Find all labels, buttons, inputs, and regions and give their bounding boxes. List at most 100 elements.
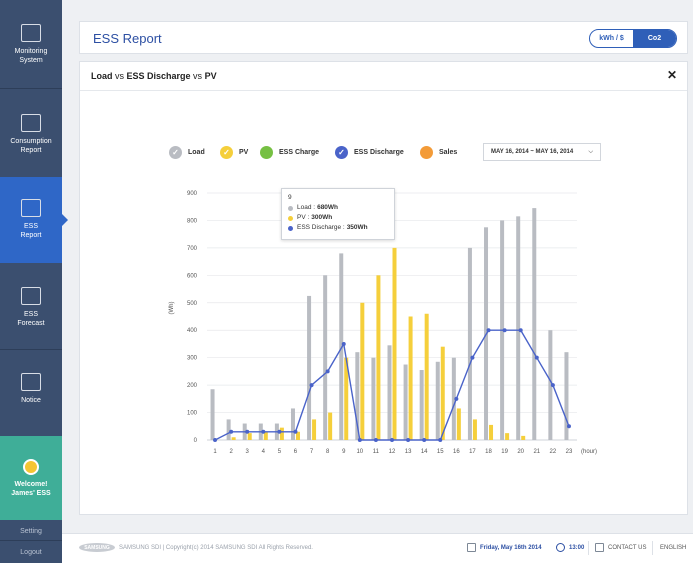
report-panel: Load vs ESS Discharge vs PV ✕ ✓ Load ✓ P… xyxy=(79,61,688,515)
point-ess-discharge xyxy=(357,438,362,442)
date-text: Friday, May 16th 2014 xyxy=(480,544,542,551)
point-ess-discharge xyxy=(534,355,539,360)
x-tick-label: 6 xyxy=(294,449,298,455)
y-tick-label: 400 xyxy=(187,328,198,334)
current-date: Friday, May 16th 2014 xyxy=(467,543,542,552)
current-time: 13:00 xyxy=(556,543,584,552)
bar-pv xyxy=(489,424,494,440)
unit-toggle[interactable]: kWh / $ Co2 xyxy=(589,29,677,48)
bar-load xyxy=(387,345,392,440)
chart-tooltip: 9 Load : 680Wh PV : 300Wh ESS Discharge … xyxy=(281,188,395,240)
active-pointer-icon xyxy=(62,214,68,226)
y-tick-label: 100 xyxy=(187,411,198,417)
y-tick-label: 200 xyxy=(187,383,198,389)
bar-load xyxy=(226,419,231,440)
point-ess-discharge xyxy=(373,438,378,442)
sidebar-item-monitoring[interactable]: Monitoring System xyxy=(0,24,62,65)
welcome-card[interactable]: Welcome! James' ESS xyxy=(0,436,62,520)
energy-chart: 0100200300400500600700800900(Wh)1 2 3 4 5 6 7 8… xyxy=(169,191,597,455)
language-select[interactable]: ENGLISH xyxy=(660,545,686,551)
y-tick-label: 900 xyxy=(187,191,198,197)
point-ess-discharge xyxy=(550,383,555,388)
bar-load xyxy=(323,275,328,440)
point-ess-discharge xyxy=(261,429,266,434)
y-tick-label: 300 xyxy=(187,356,198,362)
sidebar-item-notice[interactable]: Notice xyxy=(0,373,62,405)
footer-divider xyxy=(652,541,653,555)
sidebar-item-label: ESS Forecast xyxy=(17,311,45,327)
tooltip-row-ess-discharge: ESS Discharge : 350Wh xyxy=(288,223,388,233)
point-ess-discharge xyxy=(486,328,491,333)
bar-load xyxy=(435,361,440,440)
logout-link[interactable]: Logout xyxy=(0,549,62,556)
bar-load xyxy=(290,408,295,440)
point-ess-discharge xyxy=(566,424,571,429)
point-ess-discharge xyxy=(438,438,443,442)
welcome-text: Welcome! James' ESS xyxy=(11,480,51,497)
point-ess-discharge xyxy=(502,328,507,333)
monitoring-icon xyxy=(21,24,41,42)
sidebar-item-ess-report[interactable]: ESS Report xyxy=(0,199,62,240)
mail-icon xyxy=(595,543,604,552)
x-tick-label: 22 xyxy=(550,449,557,455)
tooltip-value: 300Wh xyxy=(311,214,333,221)
copyright-text: SAMSUNG SDI | Copyright(c) 2014 SAMSUNG … xyxy=(119,545,313,551)
bar-pv xyxy=(392,247,397,440)
y-tick-label: 800 xyxy=(187,218,198,224)
point-ess-discharge xyxy=(454,396,459,401)
bar-pv xyxy=(440,346,445,440)
y-axis-label: (Wh) xyxy=(169,302,175,315)
x-tick-label: 7 xyxy=(310,449,314,455)
tooltip-label: PV : xyxy=(297,214,310,221)
bar-load xyxy=(532,208,537,440)
sidebar-item-consumption-report[interactable]: Consumption Report xyxy=(0,114,62,155)
bar-pv xyxy=(505,433,510,440)
bar-load xyxy=(403,364,408,440)
clock-icon xyxy=(556,543,565,552)
x-tick-label: 17 xyxy=(469,449,476,455)
contact-us-link[interactable]: CONTACT US xyxy=(595,543,646,552)
consumption-report-icon xyxy=(21,114,41,132)
x-tick-label: 13 xyxy=(405,449,412,455)
x-tick-label: 15 xyxy=(437,449,444,455)
x-tick-label: 18 xyxy=(485,449,492,455)
point-ess-discharge xyxy=(341,341,346,346)
point-ess-discharge xyxy=(245,429,250,434)
point-ess-discharge xyxy=(277,429,282,434)
bar-pv xyxy=(521,435,526,440)
point-ess-discharge xyxy=(309,383,314,388)
series-dot-icon xyxy=(288,225,293,231)
toggle-co2-option[interactable]: Co2 xyxy=(633,30,676,47)
y-tick-label: 700 xyxy=(187,246,198,252)
point-ess-discharge xyxy=(325,369,330,374)
sidebar-divider xyxy=(0,88,62,89)
calendar-icon xyxy=(467,543,476,552)
samsung-logo: SAMSUNG xyxy=(79,543,115,552)
point-ess-discharge xyxy=(422,438,427,442)
x-tick-label: 2 xyxy=(229,449,233,455)
contact-text: CONTACT US xyxy=(608,544,647,551)
x-axis-unit-label: (hour) xyxy=(581,449,597,455)
sidebar-item-ess-forecast[interactable]: ESS Forecast xyxy=(0,287,62,328)
footer: SAMSUNG SAMSUNG SDI | Copyright(c) 2014 … xyxy=(62,533,693,563)
sidebar-divider xyxy=(0,349,62,350)
notice-icon xyxy=(21,373,41,391)
bar-pv xyxy=(279,427,284,440)
tooltip-row-load: Load : 680Wh xyxy=(288,203,388,213)
x-tick-label: 19 xyxy=(501,449,508,455)
sidebar-item-label: ESS Report xyxy=(20,223,42,239)
toggle-kwh-option[interactable]: kWh / $ xyxy=(590,30,633,47)
setting-link[interactable]: Setting xyxy=(0,528,62,535)
point-ess-discharge xyxy=(390,438,394,442)
point-ess-discharge xyxy=(293,429,298,434)
x-tick-label: 23 xyxy=(566,449,573,455)
x-tick-label: 8 xyxy=(326,449,330,455)
bar-pv xyxy=(456,408,461,440)
tooltip-value: 350Wh xyxy=(346,224,368,231)
x-tick-label: 3 xyxy=(246,449,250,455)
bar-load xyxy=(516,216,521,440)
x-tick-label: 11 xyxy=(373,449,380,455)
point-ess-discharge xyxy=(518,328,523,333)
bar-pv xyxy=(247,433,252,440)
x-tick-label: 10 xyxy=(356,449,363,455)
